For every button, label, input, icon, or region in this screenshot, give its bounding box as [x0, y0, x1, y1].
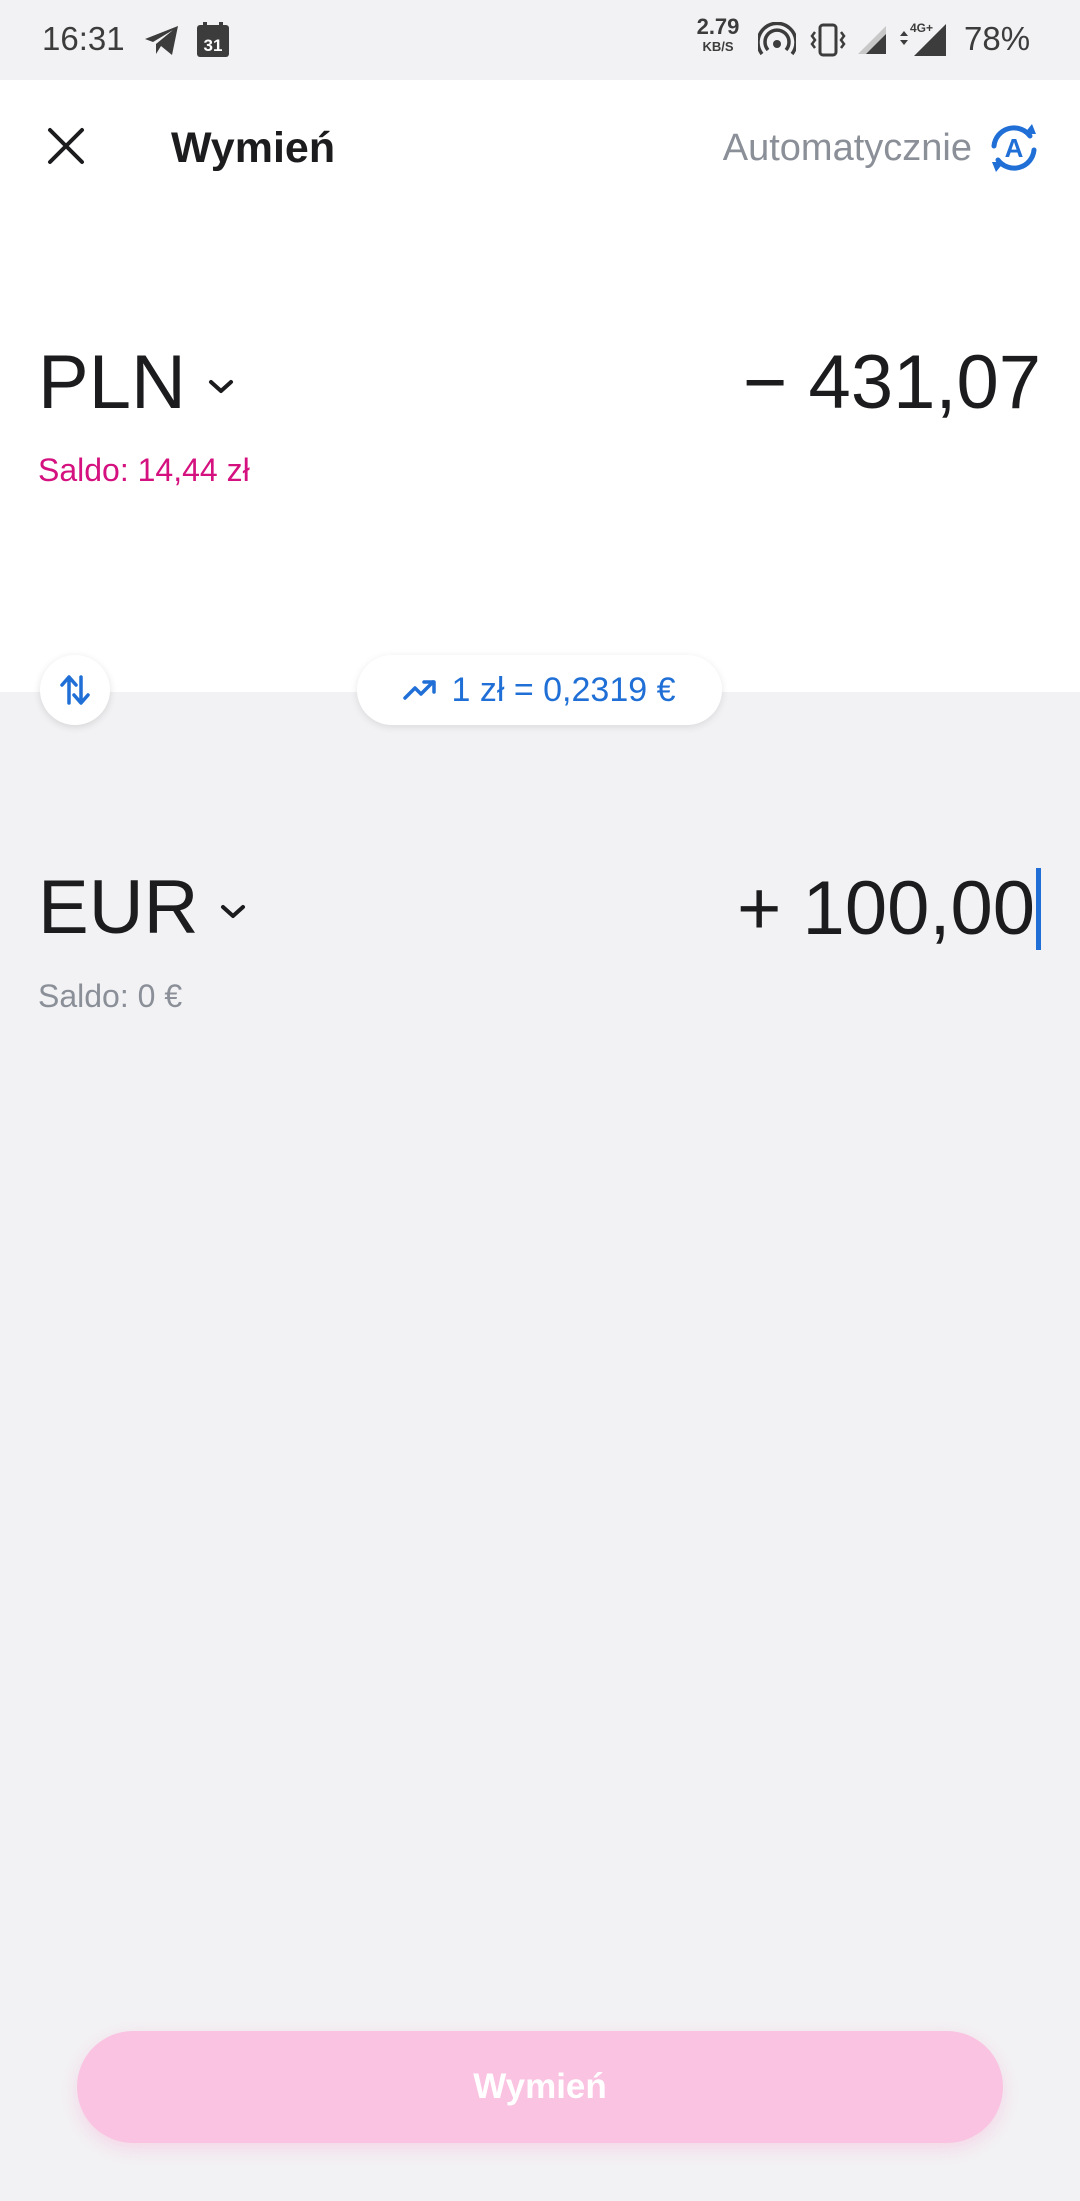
- network-speed-value: 2.79: [696, 14, 740, 39]
- close-button[interactable]: [38, 118, 94, 174]
- from-currency-select[interactable]: PLN: [38, 345, 234, 421]
- signal-icon: [858, 26, 886, 54]
- status-time: 16:31: [42, 20, 125, 57]
- hotspot-icon: [758, 22, 796, 56]
- chevron-down-icon: [221, 905, 246, 918]
- network-speed-unit: KB/S: [702, 39, 734, 54]
- exchange-rate-text: 1 zł = 0,2319 €: [451, 670, 676, 709]
- auto-exchange-icon[interactable]: A: [984, 118, 1044, 178]
- calendar-icon: 31: [197, 22, 229, 57]
- to-amount-input[interactable]: + 100,00: [737, 868, 1041, 950]
- from-currency-code: PLN: [38, 340, 186, 425]
- auto-exchange-label[interactable]: Automatycznie: [723, 127, 972, 170]
- text-cursor: [1036, 868, 1041, 950]
- from-amount[interactable]: − 431,07: [743, 345, 1041, 421]
- swap-button[interactable]: [40, 655, 110, 725]
- page-title: Wymień: [171, 124, 336, 172]
- trend-up-icon: [403, 680, 437, 700]
- status-bar: 16:31 31 2.79 KB/S 4G+ 78%: [0, 0, 1080, 80]
- to-amount-value: + 100,00: [737, 866, 1035, 951]
- exchange-button-label: Wymień: [473, 2067, 607, 2106]
- network-type: 4G+: [910, 21, 933, 35]
- auto-icon-letter: A: [1005, 133, 1024, 163]
- battery-level: 78%: [964, 20, 1031, 57]
- network-speed: 2.79 KB/S: [688, 14, 748, 54]
- to-currency-code: EUR: [38, 865, 199, 950]
- to-currency-select[interactable]: EUR: [38, 870, 246, 946]
- swap-icon: [60, 675, 90, 705]
- from-balance: Saldo: 14,44 zł: [38, 452, 250, 488]
- exchange-button[interactable]: Wymień: [77, 2031, 1003, 2143]
- chevron-down-icon: [208, 380, 233, 393]
- telegram-icon: [145, 26, 178, 55]
- calendar-day: 31: [204, 36, 223, 55]
- close-icon: [48, 128, 84, 164]
- vibrate-icon: [810, 23, 846, 57]
- signal-4g-icon: 4G+: [900, 21, 946, 56]
- to-balance: Saldo: 0 €: [38, 978, 183, 1014]
- exchange-rate-button[interactable]: 1 zł = 0,2319 €: [357, 655, 722, 725]
- from-amount-value: − 431,07: [743, 340, 1041, 425]
